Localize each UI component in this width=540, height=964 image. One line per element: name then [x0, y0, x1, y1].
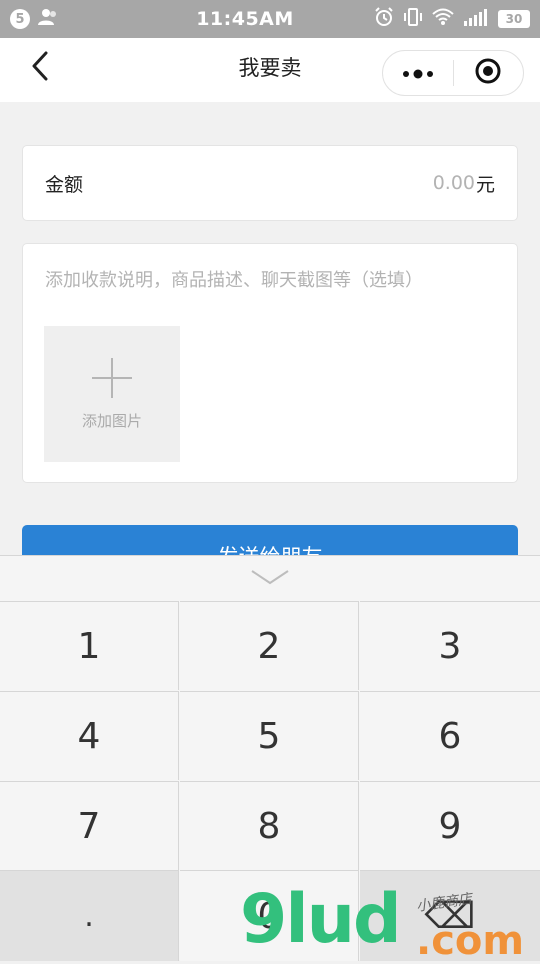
key-backspace[interactable]: ⌫ [360, 870, 540, 961]
description-placeholder[interactable]: 添加收款说明，商品描述、聊天截图等（选填） [45, 266, 423, 292]
description-card[interactable]: 添加收款说明，商品描述、聊天截图等（选填） 添加图片 [22, 243, 518, 483]
wifi-icon [432, 8, 454, 30]
amount-unit: 元 [475, 174, 495, 196]
menu-capsule [382, 50, 524, 96]
user-icon [38, 8, 60, 30]
status-right: 30 [360, 7, 530, 31]
more-dots-icon [401, 64, 435, 83]
amount-label: 金额 [45, 174, 84, 196]
key-0[interactable]: 0 [180, 870, 359, 961]
key-9[interactable]: 9 [360, 781, 540, 870]
keyboard-collapse-button[interactable] [0, 556, 540, 601]
amount-input[interactable] [223, 168, 475, 198]
vibrate-icon [403, 7, 423, 31]
key-2[interactable]: 2 [180, 601, 359, 690]
numeric-keyboard: 1 2 3 4 5 6 7 8 9 . 0 ⌫ [0, 555, 540, 961]
key-4[interactable]: 4 [0, 691, 179, 780]
nav-bar: 我要卖 [0, 38, 540, 102]
status-bar: 5 11:45AM 30 [0, 0, 540, 38]
key-8[interactable]: 8 [180, 781, 359, 870]
key-3[interactable]: 3 [360, 601, 540, 690]
key-5[interactable]: 5 [180, 691, 359, 780]
battery-icon: 30 [498, 10, 530, 28]
close-button[interactable] [454, 51, 524, 95]
key-6[interactable]: 6 [360, 691, 540, 780]
target-close-icon [474, 57, 502, 89]
add-image-button[interactable]: 添加图片 [44, 326, 180, 462]
key-1[interactable]: 1 [0, 601, 179, 690]
plus-icon [92, 358, 132, 402]
amount-card: 金额 元 [22, 145, 518, 221]
more-button[interactable] [383, 51, 453, 95]
alarm-icon [374, 7, 394, 31]
key-7[interactable]: 7 [0, 781, 179, 870]
add-image-label: 添加图片 [81, 412, 142, 430]
status-time: 11:45AM [196, 8, 294, 30]
notification-badge: 5 [10, 9, 30, 29]
chevron-down-icon [250, 569, 290, 589]
key-dot[interactable]: . [0, 870, 179, 961]
status-left: 5 [10, 8, 130, 30]
signal-icon [463, 8, 489, 30]
